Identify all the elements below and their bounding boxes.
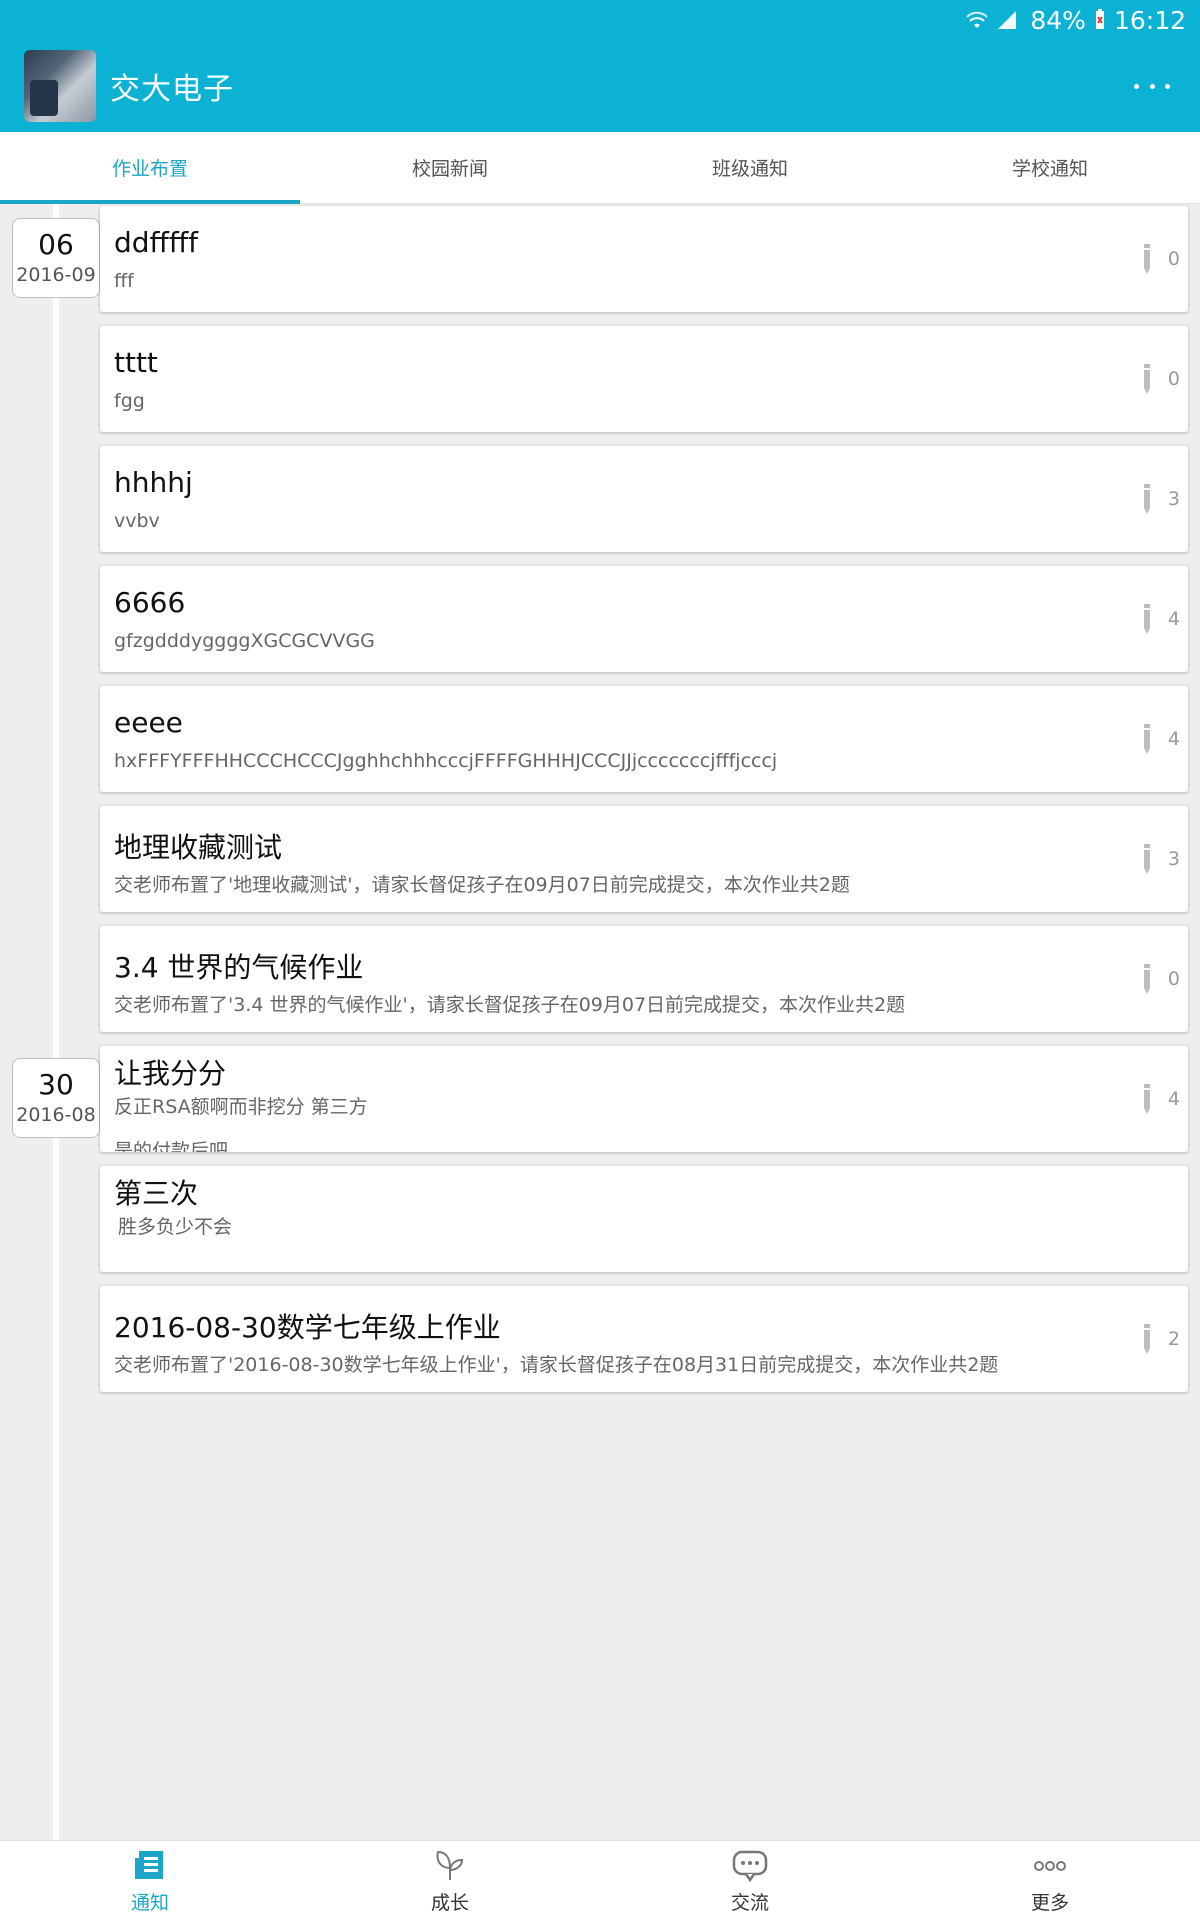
avatar[interactable]	[24, 50, 96, 122]
date-badge: 30 2016-08	[12, 1058, 100, 1138]
card-subtitle: fgg	[114, 390, 145, 412]
card-subtitle: vvbv	[114, 510, 160, 532]
pen-icon	[1143, 1084, 1150, 1114]
pen-icon	[1143, 244, 1150, 274]
more-dots-icon	[1034, 1861, 1066, 1871]
status-bar: 84% 16:12	[966, 4, 1186, 36]
card-count: 3	[1167, 848, 1180, 870]
card-subtitle: 交老师布置了'3.4 世界的气候作业'，请家长督促孩子在09月07日前完成提交，…	[114, 994, 906, 1016]
header: 84% 16:12 交大电子	[0, 0, 1200, 132]
overflow-menu-button[interactable]	[1134, 68, 1170, 104]
nav-growth[interactable]: 成长	[300, 1841, 600, 1920]
pen-icon	[1143, 364, 1150, 394]
card-title: 6666	[114, 586, 186, 619]
card-subtitle: gfzgdddyggggXGCGCVVGG	[114, 630, 375, 652]
date-day: 06	[38, 228, 74, 261]
card-subtitle-line2: 是的付款后吧	[114, 1140, 229, 1152]
battery-percent: 84%	[1030, 5, 1086, 35]
card-meta: 0	[1142, 364, 1180, 394]
card-subtitle: 反正RSA额啊而非挖分 第三方	[114, 1096, 368, 1118]
card-title: tttt	[114, 346, 158, 379]
dot-icon	[1165, 83, 1170, 89]
date-badge: 06 2016-09	[12, 218, 100, 298]
homework-card[interactable]: 6666 gfzgdddyggggXGCGCVVGG 4	[100, 566, 1188, 672]
card-title: ddfffff	[114, 226, 198, 259]
nav-notice[interactable]: 通知	[0, 1841, 300, 1920]
card-count: 0	[1167, 248, 1180, 270]
card-count: 0	[1167, 968, 1180, 990]
card-subtitle: 交老师布置了'2016-08-30数学七年级上作业'，请家长督促孩子在08月31…	[114, 1354, 999, 1376]
bottom-nav: 通知 成长 交流 更多	[0, 1840, 1200, 1920]
nav-label: 成长	[430, 1892, 469, 1914]
nav-label: 通知	[130, 1892, 169, 1914]
wifi-icon	[966, 11, 989, 28]
homework-card[interactable]: 第三次 胜多负少不会	[100, 1166, 1188, 1272]
pen-icon	[1143, 604, 1150, 634]
pen-icon	[1143, 1324, 1150, 1354]
dot-icon	[1149, 83, 1155, 89]
card-count: 2	[1167, 1328, 1180, 1350]
date-day: 30	[38, 1068, 74, 1101]
card-subtitle: 胜多负少不会	[118, 1216, 233, 1238]
homework-card[interactable]: tttt fgg 0	[100, 326, 1188, 432]
homework-card[interactable]: ddfffff fff 0	[100, 206, 1188, 312]
nav-label: 更多	[1030, 1892, 1069, 1914]
homework-card[interactable]: 2016-08-30数学七年级上作业 交老师布置了'2016-08-30数学七年…	[100, 1286, 1188, 1392]
clock: 16:12	[1113, 5, 1186, 35]
tab-homework[interactable]: 作业布置	[0, 132, 300, 204]
pen-icon	[1143, 724, 1150, 754]
chat-icon	[732, 1850, 768, 1883]
homework-card[interactable]: eeee hxFFFYFFFHHCCCHCCCJgghhchhhcccjFFFF…	[100, 686, 1188, 792]
timeline-line	[53, 204, 59, 1840]
card-count: 4	[1167, 728, 1180, 750]
homework-card[interactable]: 3.4 世界的气候作业 交老师布置了'3.4 世界的气候作业'，请家长督促孩子在…	[100, 926, 1188, 1032]
nav-label: 交流	[730, 1892, 769, 1914]
nav-chat[interactable]: 交流	[600, 1841, 900, 1920]
date-month: 2016-09	[16, 264, 96, 286]
card-meta: 2	[1142, 1324, 1180, 1354]
homework-card[interactable]: 地理收藏测试 交老师布置了'地理收藏测试'，请家长督促孩子在09月07日前完成提…	[100, 806, 1188, 912]
tab-school-notice[interactable]: 学校通知	[900, 132, 1200, 203]
card-count: 0	[1167, 368, 1180, 390]
card-meta: 0	[1142, 244, 1180, 274]
signal-icon	[998, 11, 1017, 29]
tab-campus-news[interactable]: 校园新闻	[300, 132, 600, 203]
card-title: 2016-08-30数学七年级上作业	[114, 1311, 501, 1344]
card-meta: 4	[1142, 724, 1180, 754]
app-root: 84% 16:12 交大电子 作业布置 校园新闻 班级通知 学校通知 06 20…	[0, 0, 1200, 1920]
app-title: 交大电子	[110, 72, 234, 107]
card-meta: 4	[1142, 1084, 1180, 1114]
pen-icon	[1143, 844, 1150, 874]
pen-icon	[1143, 964, 1150, 994]
card-subtitle: fff	[114, 270, 134, 292]
card-count: 4	[1167, 1088, 1180, 1110]
card-subtitle: hxFFFYFFFHHCCCHCCCJgghhchhhcccjFFFFGHHHJ…	[114, 750, 778, 772]
card-title: 地理收藏测试	[114, 831, 283, 864]
card-meta: 4	[1142, 604, 1180, 634]
app-bar: 交大电子	[0, 46, 1200, 126]
card-count: 3	[1167, 488, 1180, 510]
pen-icon	[1143, 484, 1150, 514]
notice-icon	[135, 1851, 163, 1879]
date-month: 2016-08	[16, 1104, 96, 1126]
homework-card[interactable]: 让我分分 反正RSA额啊而非挖分 第三方 是的付款后吧 4	[100, 1046, 1188, 1152]
card-title: 让我分分	[114, 1057, 227, 1090]
sprout-icon	[436, 1850, 464, 1880]
card-meta: 3	[1142, 484, 1180, 514]
card-meta: 3	[1142, 844, 1180, 874]
tab-bar: 作业布置 校园新闻 班级通知 学校通知	[0, 132, 1200, 204]
nav-more[interactable]: 更多	[900, 1841, 1200, 1920]
battery-icon	[1095, 9, 1104, 29]
tab-class-notice[interactable]: 班级通知	[600, 132, 900, 203]
card-title: eeee	[114, 706, 183, 739]
card-title: 3.4 世界的气候作业	[114, 951, 364, 984]
card-subtitle: 交老师布置了'地理收藏测试'，请家长督促孩子在09月07日前完成提交，本次作业共…	[114, 874, 850, 896]
card-title: 第三次	[114, 1177, 199, 1210]
dot-icon	[1134, 83, 1139, 89]
card-title: hhhhj	[114, 466, 193, 499]
card-count: 4	[1167, 608, 1180, 630]
card-meta: 0	[1142, 964, 1180, 994]
homework-card[interactable]: hhhhj vvbv 3	[100, 446, 1188, 552]
